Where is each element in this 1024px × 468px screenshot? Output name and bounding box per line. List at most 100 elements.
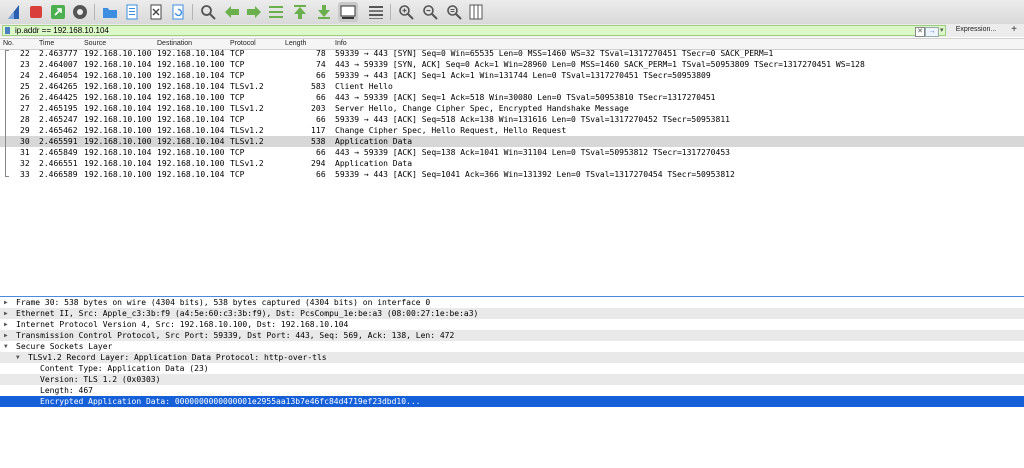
go-back-icon[interactable] [222,2,242,22]
packet-time: 2.465591 [39,137,78,146]
packet-row[interactable]: 32 2.466551 192.168.10.104 192.168.10.10… [0,158,1024,169]
zoom-in-icon[interactable] [396,2,416,22]
packet-info: 59339 → 443 [ACK] Seq=1 Ack=1 Win=131744… [335,71,711,80]
packet-time: 2.465247 [39,115,78,124]
packet-row[interactable]: 25 2.464265 192.168.10.100 192.168.10.10… [0,81,1024,92]
close-file-icon[interactable] [146,2,166,22]
packet-time: 2.465195 [39,104,78,113]
packet-no: 33 [20,170,30,179]
detail-text: Encrypted Application Data: 000000000000… [40,397,421,406]
packet-protocol: TCP [230,148,245,157]
detail-row-encrypted-data-selected[interactable]: Encrypted Application Data: 000000000000… [0,396,1024,407]
options-gear-icon[interactable] [70,2,90,22]
collapse-arrow-icon[interactable]: ▼ [16,352,20,363]
packet-info: Application Data [335,159,413,168]
packet-source: 192.168.10.100 [84,115,152,124]
packet-row[interactable]: 27 2.465195 192.168.10.104 192.168.10.10… [0,103,1024,114]
packet-row-selected[interactable]: 30 2.465591 192.168.10.100 192.168.10.10… [0,136,1024,147]
apply-filter-icon[interactable]: → [925,27,939,37]
detail-row-version[interactable]: Version: TLS 1.2 (0x0303) [0,374,1024,385]
find-icon[interactable] [198,2,218,22]
packet-row[interactable]: 22 2.463777 192.168.10.100 192.168.10.10… [0,48,1024,59]
expand-arrow-icon[interactable]: ▶ [4,297,8,308]
packet-row[interactable]: 26 2.464425 192.168.10.104 192.168.10.10… [0,92,1024,103]
toolbar-separator [390,4,391,20]
detail-row-ip[interactable]: ▶ Internet Protocol Version 4, Src: 192.… [0,319,1024,330]
resize-columns-icon[interactable] [466,2,486,22]
detail-text: Length: 467 [40,386,93,395]
packet-no: 28 [20,115,30,124]
go-to-packet-icon[interactable] [266,2,286,22]
zoom-normal-icon[interactable] [444,2,464,22]
save-file-icon[interactable] [122,2,142,22]
filter-history-dropdown-icon[interactable]: ▾ [940,26,944,34]
stop-icon[interactable] [26,2,46,22]
main-toolbar [0,0,1024,25]
zoom-out-icon[interactable] [420,2,440,22]
detail-row-tls-record[interactable]: ▼ TLSv1.2 Record Layer: Application Data… [0,352,1024,363]
go-first-icon[interactable] [290,2,310,22]
packet-protocol: TLSv1.2 [230,137,264,146]
packet-length: 538 [311,137,326,146]
packet-info: Application Data [335,137,413,146]
detail-text: Transmission Control Protocol, Src Port:… [16,331,455,340]
packet-destination: 192.168.10.100 [157,104,225,113]
packet-info: 443 → 59339 [ACK] Seq=1 Ack=518 Win=3008… [335,93,716,102]
expand-arrow-icon[interactable]: ▶ [4,319,8,330]
toolbar-separator [94,4,95,20]
restart-icon[interactable] [48,2,68,22]
detail-row-frame[interactable]: ▶ Frame 30: 538 bytes on wire (4304 bits… [0,297,1024,308]
packet-time: 2.466551 [39,159,78,168]
open-folder-icon[interactable] [100,2,120,22]
packet-info: 443 → 59339 [ACK] Seq=138 Ack=1041 Win=3… [335,148,730,157]
packet-length: 66 [316,115,326,124]
packet-source: 192.168.10.104 [84,148,152,157]
packet-info: 59339 → 443 [ACK] Seq=1041 Ack=366 Win=1… [335,170,735,179]
packet-info: Change Cipher Spec, Hello Request, Hello… [335,126,567,135]
detail-row-length[interactable]: Length: 467 [0,385,1024,396]
packet-source: 192.168.10.100 [84,49,152,58]
packet-length: 66 [316,93,326,102]
detail-text: Internet Protocol Version 4, Src: 192.16… [16,320,349,329]
packet-row[interactable]: 29 2.465462 192.168.10.100 192.168.10.10… [0,125,1024,136]
packet-row[interactable]: 31 2.465849 192.168.10.104 192.168.10.10… [0,147,1024,158]
packet-info: 59339 → 443 [ACK] Seq=518 Ack=138 Win=13… [335,115,730,124]
packet-info: Server Hello, Change Cipher Spec, Encryp… [335,104,629,113]
collapse-arrow-icon[interactable]: ▼ [4,341,8,352]
expand-arrow-icon[interactable]: ▶ [4,330,8,341]
reload-icon[interactable] [168,2,188,22]
packet-source: 192.168.10.100 [84,126,152,135]
packet-no: 23 [20,60,30,69]
packet-row[interactable]: 33 2.466589 192.168.10.100 192.168.10.10… [0,169,1024,180]
detail-row-tcp[interactable]: ▶ Transmission Control Protocol, Src Por… [0,330,1024,341]
detail-row-ethernet[interactable]: ▶ Ethernet II, Src: Apple_c3:3b:f9 (a4:5… [0,308,1024,319]
packet-source: 192.168.10.104 [84,60,152,69]
shark-fin-start-icon[interactable] [4,2,24,22]
clear-filter-icon[interactable]: ✕ [915,27,925,37]
packet-row[interactable]: 23 2.464007 192.168.10.104 192.168.10.10… [0,59,1024,70]
packet-length: 294 [311,159,326,168]
packet-row[interactable]: 24 2.464054 192.168.10.100 192.168.10.10… [0,70,1024,81]
detail-row-content-type[interactable]: Content Type: Application Data (23) [0,363,1024,374]
bookmark-icon[interactable] [5,27,10,34]
detail-text: Content Type: Application Data (23) [40,364,209,373]
display-filter-text[interactable]: ip.addr == 192.168.10.104 [15,25,109,36]
autoscroll-icon[interactable] [338,2,358,22]
display-filter-bar: ip.addr == 192.168.10.104 ✕ → ▾ Expressi… [0,24,1024,37]
expand-arrow-icon[interactable]: ▶ [4,308,8,319]
display-filter-input[interactable]: ip.addr == 192.168.10.104 ✕ → ▾ [2,25,946,37]
packet-no: 25 [20,82,30,91]
expression-button[interactable]: Expression... [950,25,1002,35]
packet-no: 32 [20,159,30,168]
toolbar-separator [192,4,193,20]
add-filter-button[interactable]: + [1008,24,1020,36]
packet-protocol: TLSv1.2 [230,82,264,91]
packet-length: 74 [316,60,326,69]
colorize-icon[interactable] [366,2,386,22]
packet-length: 66 [316,148,326,157]
go-last-icon[interactable] [314,2,334,22]
packet-row[interactable]: 28 2.465247 192.168.10.100 192.168.10.10… [0,114,1024,125]
go-forward-icon[interactable] [244,2,264,22]
packet-length: 117 [311,126,326,135]
detail-row-ssl[interactable]: ▼ Secure Sockets Layer [0,341,1024,352]
